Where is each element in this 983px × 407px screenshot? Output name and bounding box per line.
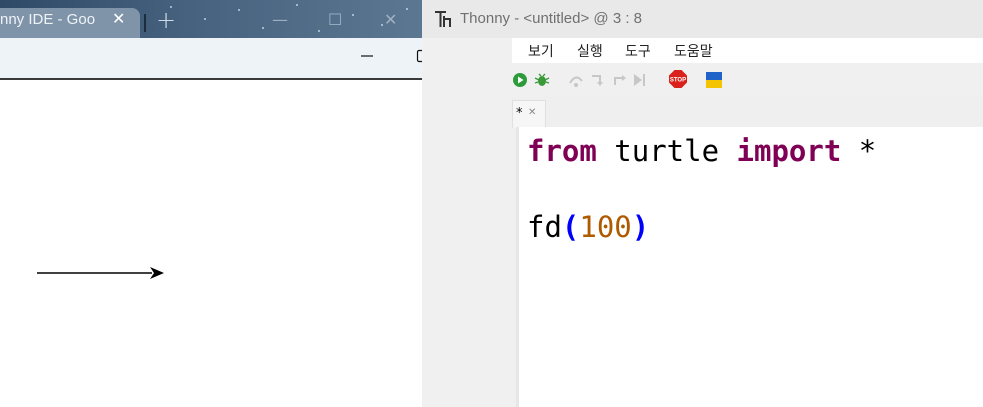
- editor-tab-label: *: [516, 106, 523, 121]
- stop-icon[interactable]: STOP: [669, 70, 687, 88]
- window-title: Thonny - <untitled> @ 3 : 8: [460, 10, 642, 27]
- wallpaper-dot: [204, 18, 206, 20]
- wallpaper-dot: [238, 9, 240, 11]
- editor-tab-close-icon[interactable]: ✕: [528, 107, 536, 118]
- turtle-cursor-icon: [150, 267, 164, 279]
- code-editor[interactable]: from turtle import * fd(100): [516, 127, 983, 407]
- stop-label: STOP: [670, 78, 686, 84]
- browser-tab-close-icon[interactable]: ✕: [112, 9, 125, 28]
- wallpaper-dot: [262, 27, 264, 29]
- number-literal: 100: [579, 210, 632, 244]
- menu-tools[interactable]: 도구: [625, 41, 651, 61]
- wallpaper-dot: [318, 30, 320, 32]
- wallpaper-dot: [352, 14, 354, 16]
- close-paren: ): [631, 210, 650, 244]
- turtle-minimize-button[interactable]: [344, 38, 390, 74]
- tab-separator: [144, 14, 146, 32]
- browser-tab-title[interactable]: nny IDE - Goo: [0, 11, 95, 28]
- step-over-icon[interactable]: [568, 73, 584, 87]
- browser-maximize-button[interactable]: ☐: [328, 10, 342, 29]
- wallpaper-dot: [406, 8, 408, 10]
- new-tab-button[interactable]: +: [156, 6, 176, 34]
- resume-icon[interactable]: [632, 73, 646, 87]
- thonny-logo-icon: [435, 11, 451, 27]
- menu-run[interactable]: 실행: [577, 41, 603, 61]
- menu-help[interactable]: 도움말: [674, 41, 713, 61]
- toolbar: STOP: [512, 63, 983, 97]
- ukraine-flag-icon[interactable]: [706, 72, 722, 88]
- step-out-icon[interactable]: [612, 73, 628, 87]
- import-star: *: [841, 134, 877, 168]
- browser-tab-strip: nny IDE - Goo ✕ + — ☐ ✕: [0, 0, 422, 38]
- step-into-icon[interactable]: [590, 73, 606, 87]
- open-paren: (: [561, 210, 580, 244]
- module-name: turtle: [596, 134, 737, 168]
- run-icon[interactable]: [512, 72, 528, 88]
- browser-close-button[interactable]: ✕: [384, 10, 397, 29]
- editor-tab-untitled[interactable]: * ✕: [512, 100, 546, 128]
- code-line-1: from turtle import *: [527, 134, 876, 168]
- menu-view[interactable]: 보기: [528, 41, 554, 61]
- keyword-import: import: [736, 134, 842, 168]
- browser-minimize-button[interactable]: —: [272, 10, 288, 29]
- thonny-titlebar[interactable]: Thonny - <untitled> @ 3 : 8: [422, 0, 983, 38]
- keyword-from: from: [527, 134, 597, 168]
- wallpaper-dot: [381, 24, 383, 26]
- thonny-window: Thonny - <untitled> @ 3 : 8 보기 실행 도구 도움말…: [422, 0, 983, 407]
- editor-tab-bar: * ✕: [512, 97, 983, 128]
- function-name: fd: [527, 210, 562, 244]
- minimize-icon: [361, 55, 373, 57]
- editor-gutter: [516, 127, 519, 407]
- code-line-3: fd(100): [527, 210, 649, 244]
- debug-icon[interactable]: [533, 71, 551, 89]
- wallpaper-dot: [296, 4, 298, 6]
- menu-bar: 보기 실행 도구 도움말: [512, 38, 983, 63]
